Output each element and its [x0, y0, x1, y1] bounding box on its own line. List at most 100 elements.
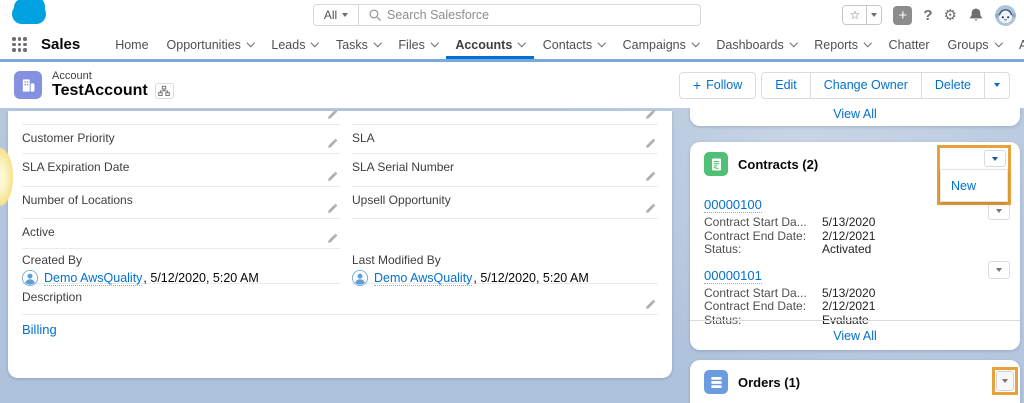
entity-type-label: Account	[52, 70, 92, 82]
global-actions-plus-icon[interactable]: +	[893, 5, 913, 25]
field-row-sla: SLA	[352, 125, 658, 154]
contracts-view-all-link[interactable]: View All	[833, 329, 877, 343]
edit-button[interactable]: Edit	[761, 71, 811, 99]
chevron-down-icon	[994, 83, 1000, 87]
search-scope-button[interactable]: All	[313, 4, 359, 26]
favorites-dropdown-button[interactable]	[866, 6, 882, 24]
nav-tab-groups[interactable]: Groups	[939, 30, 1011, 59]
edit-pencil-icon[interactable]	[326, 233, 338, 245]
nav-tab-dashboards[interactable]: Dashboards	[707, 30, 805, 59]
follow-button[interactable]: + Follow	[678, 71, 757, 99]
field-row-truncated	[352, 111, 658, 125]
menu-item-new[interactable]: New	[951, 179, 976, 193]
app-launcher-icon[interactable]	[12, 37, 27, 52]
contract-field-value: 2/12/2021	[822, 228, 876, 243]
field-label: SLA Serial Number	[352, 160, 455, 174]
chevron-down-icon	[996, 209, 1002, 213]
field-row-number-of-locations: Number of Locations	[22, 187, 340, 219]
nav-tab-tasks[interactable]: Tasks	[327, 30, 389, 59]
edit-pencil-icon[interactable]	[326, 138, 338, 150]
contracts-card-title: Contracts (2)	[738, 156, 819, 172]
edit-pencil-icon[interactable]	[326, 171, 338, 183]
chevron-down-icon	[1002, 379, 1008, 383]
field-row-sla-expiration-date: SLA Expiration Date	[22, 154, 340, 187]
contract-field-label: Contract End Date:	[704, 299, 807, 313]
page-header: Account TestAccount + Follow Edit Change …	[0, 62, 1024, 108]
contract-field-label: Contract End Date:	[704, 228, 807, 243]
nav-tab-files[interactable]: Files	[389, 30, 446, 59]
contract-list-item: 00000100 Contract Start Da... 5/13/2020 C…	[704, 196, 1006, 257]
contract-row-actions-dropdown-button[interactable]	[988, 261, 1010, 279]
edit-pencil-icon[interactable]	[326, 203, 338, 215]
contracts-card-actions-dropdown-button[interactable]	[984, 150, 1006, 167]
nav-tab-chatter[interactable]: Chatter	[880, 30, 939, 59]
favorites-star-icon[interactable]: ☆	[843, 6, 867, 24]
global-header: All ☆ + ? ⚙	[0, 0, 1024, 30]
field-row-upsell-opportunity: Upsell Opportunity	[352, 187, 658, 219]
app-name: Sales	[41, 36, 81, 53]
contract-field-value: 5/13/2020	[822, 285, 876, 300]
field-label: Upsell Opportunity	[352, 193, 451, 207]
chevron-down-icon	[994, 39, 1003, 47]
chevron-down-icon	[430, 39, 439, 47]
nav-tab-assets[interactable]: Assets	[1010, 30, 1024, 59]
account-hierarchy-icon[interactable]	[154, 83, 174, 99]
edit-pencil-icon[interactable]	[644, 171, 656, 183]
highlight-box-orders-dropdown	[992, 367, 1018, 395]
salesforce-logo-icon	[12, 0, 46, 24]
chevron-down-icon	[691, 39, 700, 47]
orders-card-title: Orders (1)	[738, 374, 801, 390]
field-label: Description	[22, 290, 83, 304]
page-header-actions: + Follow Edit Change Owner Delete	[678, 71, 1010, 99]
search-input[interactable]	[359, 4, 701, 26]
plus-icon: +	[692, 77, 702, 93]
nav-tab-home[interactable]: Home	[106, 30, 157, 59]
header-accent-line	[0, 59, 1024, 62]
contract-number-link[interactable]: 00000101	[704, 268, 762, 284]
contracts-icon	[704, 152, 728, 176]
nav-tab-contacts[interactable]: Contacts	[534, 30, 614, 59]
nav-bar: Sales Home Opportunities Leads Tasks Fil…	[0, 30, 1024, 59]
field-row-last-modified-by: Last Modified By Demo AwsQuality , 5/12/…	[352, 249, 658, 284]
edit-pencil-icon[interactable]	[326, 109, 338, 121]
view-all-link[interactable]: View All	[833, 108, 877, 121]
more-actions-dropdown-button[interactable]	[985, 71, 1010, 99]
chevron-down-icon	[311, 39, 320, 47]
chevron-down-icon	[996, 268, 1002, 272]
contract-field-label: Status:	[704, 242, 742, 256]
setup-gear-icon[interactable]: ⚙	[944, 8, 957, 23]
nav-tab-opportunities[interactable]: Opportunities	[158, 30, 263, 59]
contract-list-item: 00000101 Contract Start Da... 5/13/2020 C…	[704, 267, 1006, 328]
edit-pencil-icon[interactable]	[644, 203, 656, 215]
page-content: Customer Priority SLA Expiration Date Nu…	[0, 108, 1024, 403]
nav-tab-campaigns[interactable]: Campaigns	[614, 30, 708, 59]
delete-button[interactable]: Delete	[921, 71, 985, 99]
orders-icon	[704, 370, 728, 394]
notifications-bell-icon[interactable]	[968, 7, 984, 23]
contract-number-link[interactable]: 00000100	[704, 197, 762, 213]
field-label: Active	[22, 225, 55, 239]
field-row-customer-priority: Customer Priority	[22, 125, 340, 154]
global-header-icons: ☆ + ? ⚙	[842, 4, 1016, 26]
user-avatar[interactable]	[995, 5, 1016, 26]
highlight-box-contracts-new: New	[937, 145, 1011, 205]
chevron-down-icon	[373, 39, 382, 47]
orders-card: Orders (1)	[690, 360, 1020, 403]
global-search: All	[313, 4, 701, 26]
edit-pencil-icon[interactable]	[644, 109, 656, 121]
orders-card-actions-dropdown-button[interactable]	[996, 371, 1014, 391]
edit-pencil-icon[interactable]	[644, 138, 656, 150]
nav-tab-accounts[interactable]: Accounts	[446, 30, 533, 59]
help-icon[interactable]: ?	[923, 7, 932, 24]
nav-tab-leads[interactable]: Leads	[262, 30, 327, 59]
favorites-button-group: ☆	[842, 5, 883, 25]
field-label: Number of Locations	[22, 193, 133, 207]
nav-tab-reports[interactable]: Reports	[805, 30, 879, 59]
related-card-partial: View All	[690, 108, 1020, 126]
billing-link[interactable]: Billing	[22, 322, 57, 337]
change-owner-button[interactable]: Change Owner	[810, 71, 922, 99]
contract-field-label: Contract Start Da...	[704, 215, 807, 229]
edit-pencil-icon[interactable]	[644, 299, 656, 311]
chevron-down-icon	[871, 13, 878, 17]
field-row-truncated	[22, 111, 340, 125]
